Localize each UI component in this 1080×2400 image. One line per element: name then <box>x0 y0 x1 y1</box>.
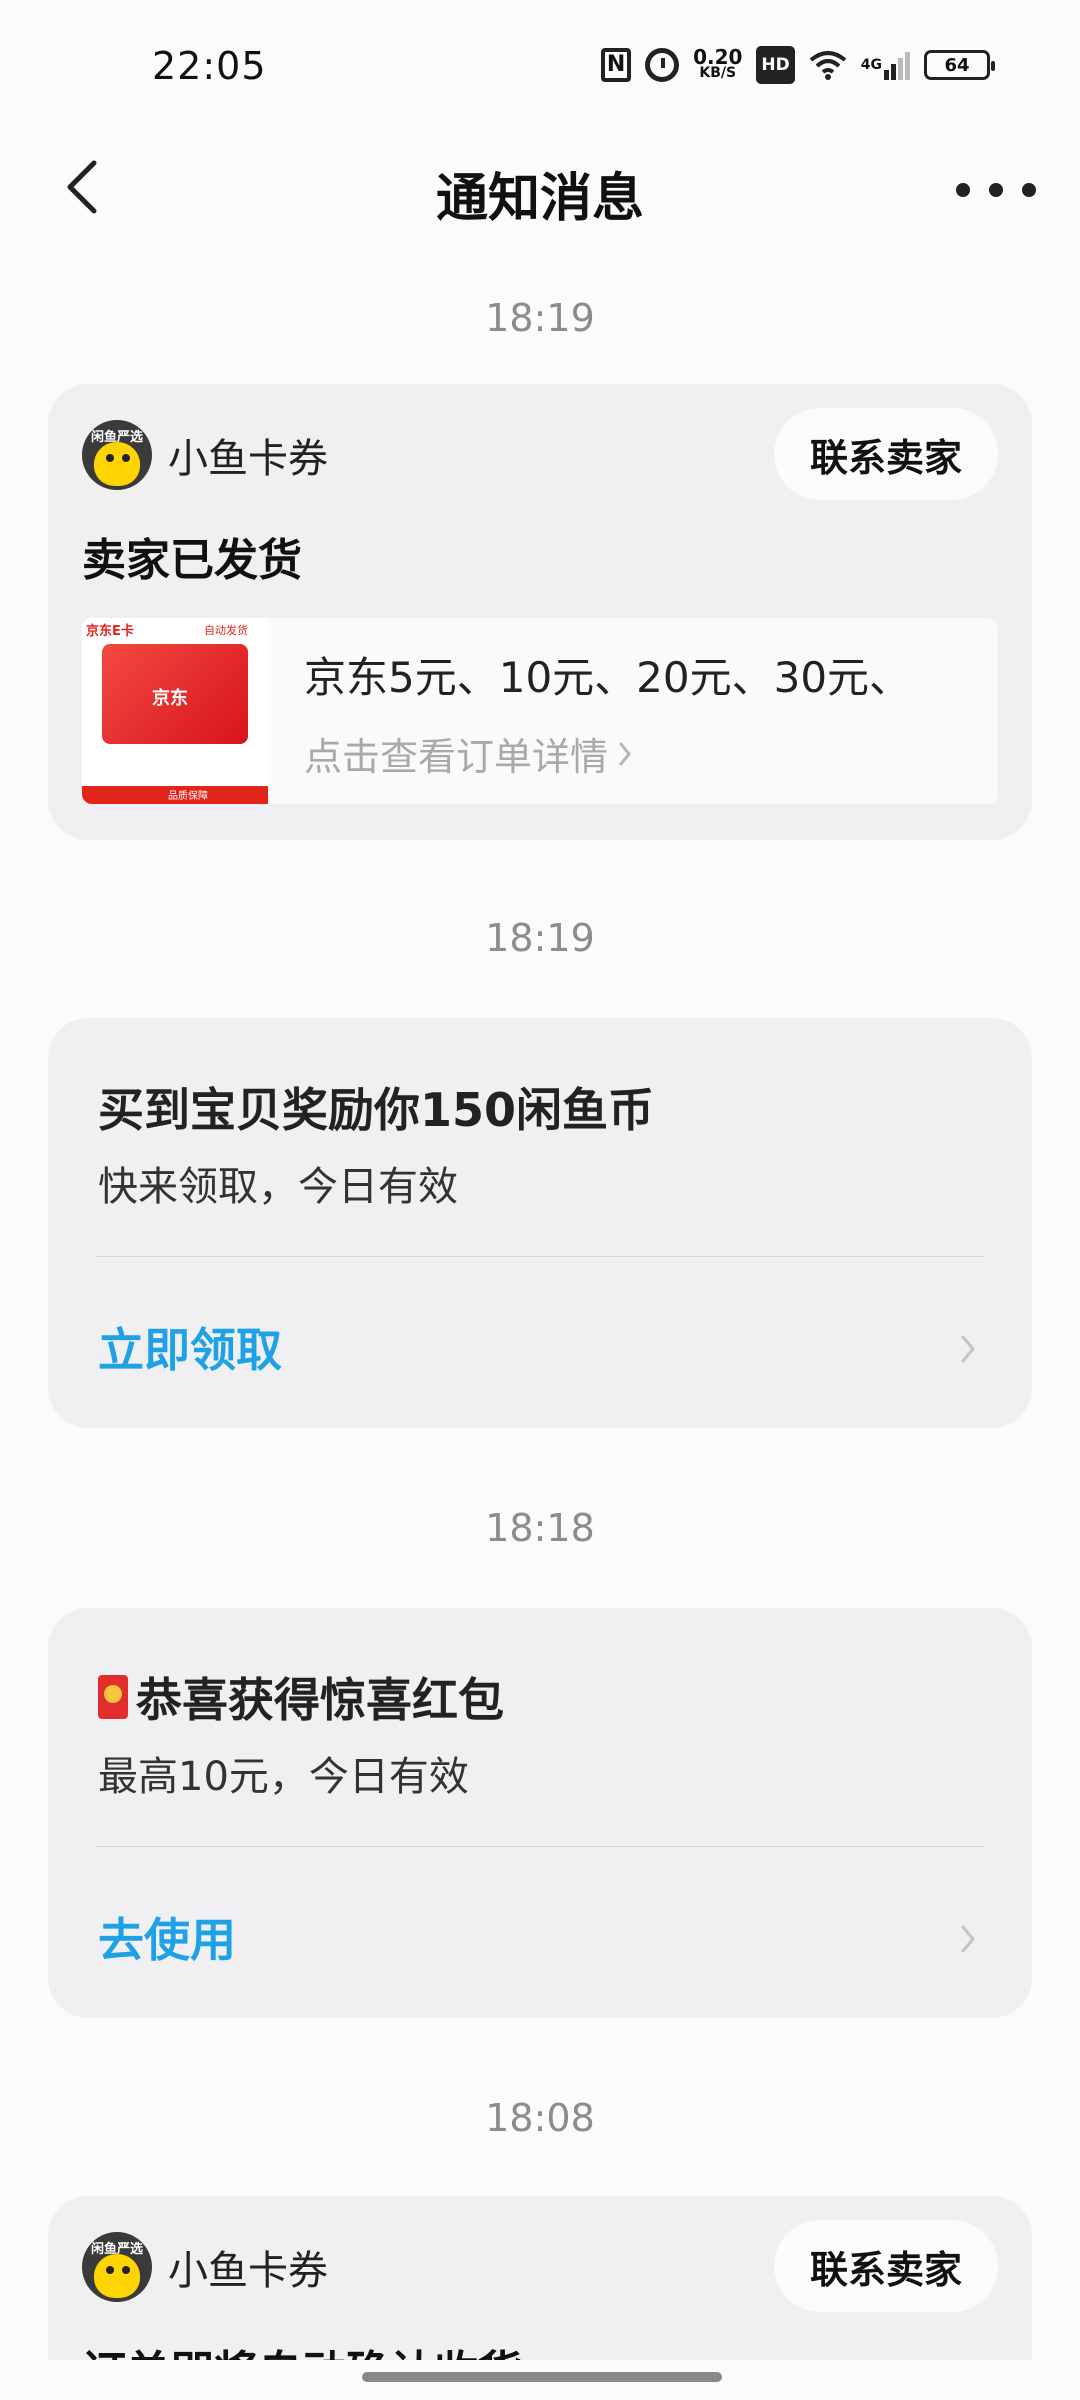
shipping-headline: 卖家已发货 <box>82 535 302 586</box>
divider <box>96 1256 984 1257</box>
mascot-eye <box>122 454 130 462</box>
thumb-jd-logo: 京东 <box>152 688 188 709</box>
contact-seller-button[interactable]: 联系卖家 <box>773 408 998 500</box>
order-details-label: 点击查看订单详情 <box>304 735 609 779</box>
red-packet-title-text: 恭喜获得惊喜红包 <box>136 1673 504 1727</box>
thumb-strip: 品质保障 <box>82 786 268 804</box>
order-title: 京东5元、10元、20元、30元、 <box>304 653 912 702</box>
gift-card-image: 京东 <box>102 644 248 744</box>
message-timestamp: 18:19 <box>485 296 595 340</box>
more-dot-icon <box>1022 183 1036 197</box>
message-timestamp: 18:19 <box>485 916 595 960</box>
chevron-right-icon[interactable] <box>960 1334 976 1364</box>
net-speed-unit: KB/S <box>699 65 737 81</box>
status-time: 22:05 <box>152 44 267 88</box>
mascot-eye <box>106 2266 114 2274</box>
use-now-link[interactable]: 去使用 <box>98 1904 236 1970</box>
thumb-auto-ship: 自动发货 <box>204 624 248 637</box>
home-indicator[interactable] <box>362 2372 722 2382</box>
thumb-quality: 品质保障 <box>168 791 208 802</box>
claim-now-link[interactable]: 立即领取 <box>98 1314 282 1380</box>
reward-card[interactable]: 买到宝贝奖励你150闲鱼币 快来领取，今日有效 立即领取 <box>48 1018 1032 1428</box>
seller-avatar: 闲鱼严选 <box>82 2232 152 2302</box>
message-timestamp: 18:18 <box>485 1506 595 1550</box>
seller-name: 小鱼卡券 <box>168 2248 328 2294</box>
fish-mascot-icon <box>94 442 140 486</box>
product-thumbnail: 京东E卡 自动发货 京东 品质保障 <box>82 618 268 804</box>
shipping-notice-card[interactable]: 闲鱼严选 小鱼卡券 联系卖家 卖家已发货 京东E卡 自动发货 京东 品质保障 京… <box>48 384 1032 840</box>
red-packet-card[interactable]: 恭喜获得惊喜红包 最高10元，今日有效 去使用 <box>48 1608 1032 2018</box>
page-title: 通知消息 <box>435 169 644 229</box>
net-speed-value: 0.20 <box>693 45 743 69</box>
status-icons: N 0.20 KB/S HD 4G 64 <box>601 46 995 84</box>
auto-confirm-headline: 订单即将自动确认收货 <box>82 2336 522 2360</box>
contact-seller-button[interactable]: 联系卖家 <box>773 2220 998 2312</box>
red-packet-title: 恭喜获得惊喜红包 <box>98 1664 504 1730</box>
divider <box>96 1846 984 1847</box>
status-bar: 22:05 N 0.20 KB/S HD 4G 64 <box>0 0 1080 130</box>
reward-title: 买到宝贝奖励你150闲鱼币 <box>98 1074 654 1140</box>
network-type: 4G <box>860 57 882 73</box>
more-button[interactable] <box>956 170 1036 210</box>
mascot-eye <box>106 454 114 462</box>
chevron-right-icon[interactable] <box>960 1924 976 1954</box>
more-dot-icon <box>989 183 1003 197</box>
seller-info[interactable]: 闲鱼严选 小鱼卡券 <box>82 420 328 490</box>
alarm-icon <box>645 48 680 82</box>
mascot-eye <box>122 2266 130 2274</box>
fish-mascot-icon <box>94 2254 140 2298</box>
nfc-icon: N <box>601 48 632 82</box>
hd-icon: HD <box>756 46 795 84</box>
red-packet-subtitle: 最高10元，今日有效 <box>98 1754 469 1800</box>
seller-name: 小鱼卡券 <box>168 436 328 482</box>
chevron-right-icon <box>619 742 631 765</box>
battery-icon: 64 <box>924 50 995 80</box>
nav-bar: 通知消息 <box>0 130 1080 250</box>
wifi-icon <box>809 46 847 84</box>
auto-confirm-card[interactable]: 闲鱼严选 小鱼卡券 联系卖家 订单即将自动确认收货 <box>48 2196 1032 2360</box>
more-dot-icon <box>956 183 970 197</box>
reward-subtitle: 快来领取，今日有效 <box>98 1164 458 1210</box>
seller-avatar: 闲鱼严选 <box>82 420 152 490</box>
order-summary[interactable]: 京东E卡 自动发货 京东 品质保障 京东5元、10元、20元、30元、 点击查看… <box>82 618 998 804</box>
message-timestamp: 18:08 <box>485 2096 595 2140</box>
seller-info[interactable]: 闲鱼严选 小鱼卡券 <box>82 2232 328 2302</box>
reward-title-text: 买到宝贝奖励你150闲鱼币 <box>98 1083 655 1137</box>
thumb-brand: 京东E卡 <box>86 624 134 639</box>
red-envelope-icon <box>98 1675 128 1719</box>
net-speed: 0.20 KB/S <box>693 46 742 84</box>
signal-icon: 4G <box>861 46 910 84</box>
order-details-link[interactable]: 点击查看订单详情 <box>304 726 632 781</box>
notification-screen: 22:05 N 0.20 KB/S HD 4G 64 通知消息 18:19 闲鱼… <box>0 0 1080 2400</box>
